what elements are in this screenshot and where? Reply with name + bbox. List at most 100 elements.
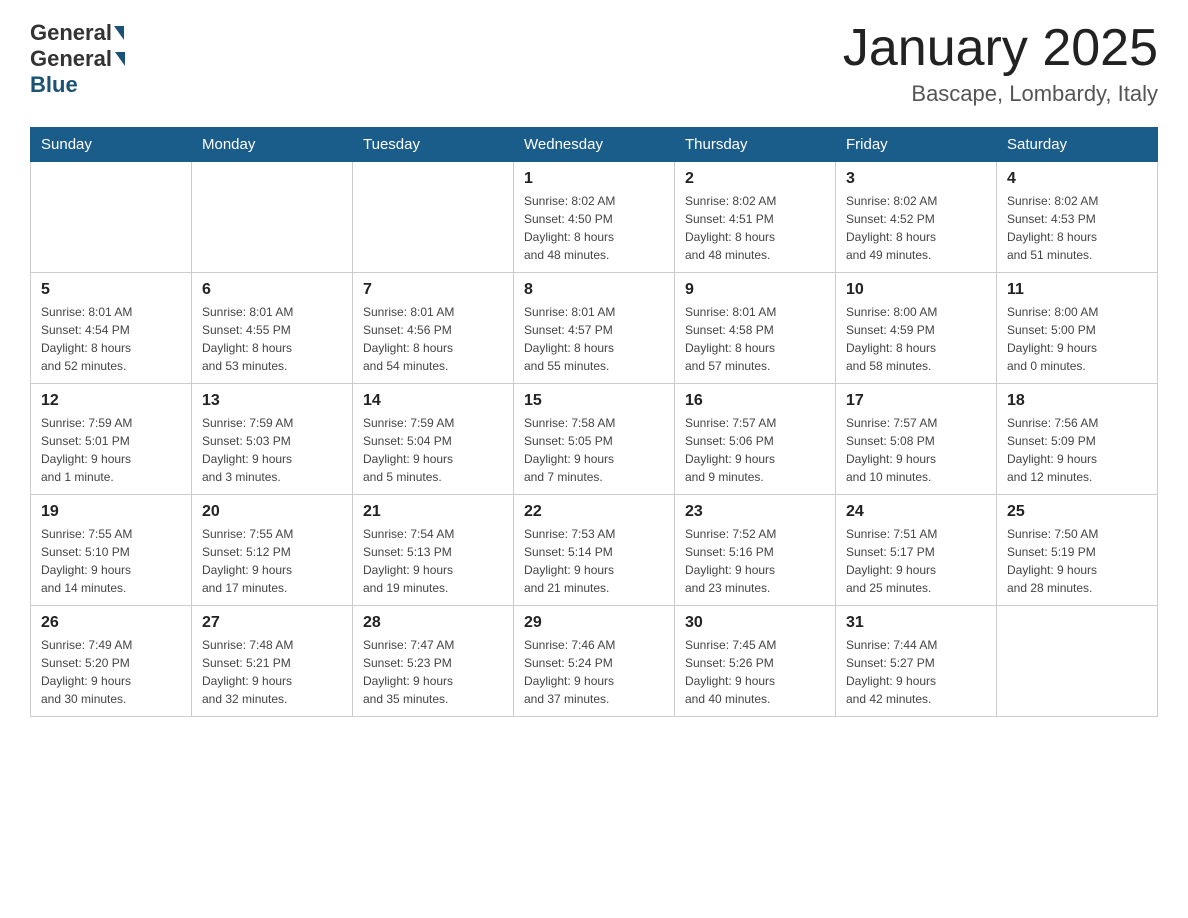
day-number: 9 (685, 281, 825, 299)
day-number: 17 (846, 392, 986, 410)
col-tuesday: Tuesday (353, 128, 514, 162)
table-row: 9Sunrise: 8:01 AMSunset: 4:58 PMDaylight… (675, 273, 836, 384)
day-info: Sunrise: 7:48 AMSunset: 5:21 PMDaylight:… (202, 636, 342, 708)
table-row: 2 Sunrise: 8:02 AMSunset: 4:51 PMDaylight… (675, 162, 836, 273)
month-title: January 2025 (843, 20, 1158, 77)
calendar-week-row: 12 Sunrise: 7:59 AMSunset: 5:01 PMDayligh… (31, 384, 1158, 495)
day-number: 20 (202, 503, 342, 521)
day-info: Sunrise: 7:56 AMSunset: 5:09 PMDaylight:… (1007, 414, 1147, 486)
col-saturday: Saturday (997, 128, 1158, 162)
day-info: Sunrise: 7:47 AMSunset: 5:23 PMDaylight:… (363, 636, 503, 708)
table-row: 11 Sunrise: 8:00 AMSunset: 5:00 PMDayligh… (997, 273, 1158, 384)
table-row: 14Sunrise: 7:59 AMSunset: 5:04 PMDayligh… (353, 384, 514, 495)
day-info: Sunrise: 7:52 AMSunset: 5:16 PMDaylight:… (685, 525, 825, 597)
col-wednesday: Wednesday (514, 128, 675, 162)
table-row: 6Sunrise: 8:01 AMSunset: 4:55 PMDaylight… (192, 273, 353, 384)
day-number: 26 (41, 614, 181, 632)
day-info: Sunrise: 7:45 AMSunset: 5:26 PMDaylight:… (685, 636, 825, 708)
day-number: 8 (524, 281, 664, 299)
day-number: 19 (41, 503, 181, 521)
day-info: Sunrise: 8:02 AMSunset: 4:53 PMDaylight:… (1007, 192, 1147, 264)
table-row: 1 Sunrise: 8:02 AMSunset: 4:50 PMDaylight… (514, 162, 675, 273)
table-row: 16 Sunrise: 7:57 AMSunset: 5:06 PMDayligh… (675, 384, 836, 495)
day-number: 21 (363, 503, 503, 521)
day-number: 24 (846, 503, 986, 521)
day-info: Sunrise: 7:55 AMSunset: 5:12 PMDaylight:… (202, 525, 342, 597)
table-row: 3Sunrise: 8:02 AMSunset: 4:52 PMDaylight… (836, 162, 997, 273)
logo-chevron-icon (115, 52, 125, 66)
table-row: 26 Sunrise: 7:49 AMSunset: 5:20 PMDayligh… (31, 606, 192, 717)
day-info: Sunrise: 7:59 AMSunset: 5:03 PMDaylight:… (202, 414, 342, 486)
day-number: 16 (685, 392, 825, 410)
col-monday: Monday (192, 128, 353, 162)
day-number: 29 (524, 614, 664, 632)
title-area: January 2025 Bascape, Lombardy, Italy (843, 20, 1158, 107)
logo-general-line2: General (30, 46, 112, 72)
day-info: Sunrise: 7:57 AMSunset: 5:06 PMDaylight:… (685, 414, 825, 486)
day-number: 30 (685, 614, 825, 632)
day-number: 4 (1007, 170, 1147, 188)
day-info: Sunrise: 7:53 AMSunset: 5:14 PMDaylight:… (524, 525, 664, 597)
day-info: Sunrise: 8:01 AMSunset: 4:56 PMDaylight:… (363, 303, 503, 375)
day-info: Sunrise: 7:49 AMSunset: 5:20 PMDaylight:… (41, 636, 181, 708)
day-info: Sunrise: 7:50 AMSunset: 5:19 PMDaylight:… (1007, 525, 1147, 597)
day-number: 18 (1007, 392, 1147, 410)
day-number: 12 (41, 392, 181, 410)
table-row: 20 Sunrise: 7:55 AMSunset: 5:12 PMDayligh… (192, 495, 353, 606)
day-info: Sunrise: 7:51 AMSunset: 5:17 PMDaylight:… (846, 525, 986, 597)
calendar-week-row: 1 Sunrise: 8:02 AMSunset: 4:50 PMDaylight… (31, 162, 1158, 273)
table-row: 29Sunrise: 7:46 AMSunset: 5:24 PMDayligh… (514, 606, 675, 717)
table-row: 22 Sunrise: 7:53 AMSunset: 5:14 PMDayligh… (514, 495, 675, 606)
day-info: Sunrise: 8:02 AMSunset: 4:51 PMDaylight:… (685, 192, 825, 264)
day-number: 15 (524, 392, 664, 410)
table-row: 28Sunrise: 7:47 AMSunset: 5:23 PMDayligh… (353, 606, 514, 717)
table-row: 23 Sunrise: 7:52 AMSunset: 5:16 PMDayligh… (675, 495, 836, 606)
table-row: 18 Sunrise: 7:56 AMSunset: 5:09 PMDayligh… (997, 384, 1158, 495)
day-info: Sunrise: 8:00 AMSunset: 5:00 PMDaylight:… (1007, 303, 1147, 375)
page-header: General General Blue January 2025 Bascap… (30, 20, 1158, 107)
location-title: Bascape, Lombardy, Italy (843, 81, 1158, 107)
day-number: 7 (363, 281, 503, 299)
calendar-week-row: 5Sunrise: 8:01 AMSunset: 4:54 PMDaylight… (31, 273, 1158, 384)
day-info: Sunrise: 7:59 AMSunset: 5:01 PMDaylight:… (41, 414, 181, 486)
logo-general-text: General (30, 20, 112, 46)
day-number: 10 (846, 281, 986, 299)
calendar-table: Sunday Monday Tuesday Wednesday Thursday… (30, 127, 1158, 717)
day-info: Sunrise: 8:02 AMSunset: 4:50 PMDaylight:… (524, 192, 664, 264)
day-info: Sunrise: 7:44 AMSunset: 5:27 PMDaylight:… (846, 636, 986, 708)
day-info: Sunrise: 7:58 AMSunset: 5:05 PMDaylight:… (524, 414, 664, 486)
table-row (31, 162, 192, 273)
logo: General General Blue (30, 20, 126, 98)
day-number: 1 (524, 170, 664, 188)
table-row: 25 Sunrise: 7:50 AMSunset: 5:19 PMDayligh… (997, 495, 1158, 606)
logo-blue-text: Blue (30, 72, 78, 97)
day-info: Sunrise: 8:00 AMSunset: 4:59 PMDaylight:… (846, 303, 986, 375)
calendar-header-row: Sunday Monday Tuesday Wednesday Thursday… (31, 128, 1158, 162)
table-row: 12 Sunrise: 7:59 AMSunset: 5:01 PMDayligh… (31, 384, 192, 495)
table-row: 10 Sunrise: 8:00 AMSunset: 4:59 PMDayligh… (836, 273, 997, 384)
table-row: 17Sunrise: 7:57 AMSunset: 5:08 PMDayligh… (836, 384, 997, 495)
logo-arrow-icon (114, 26, 124, 40)
table-row: 4 Sunrise: 8:02 AMSunset: 4:53 PMDaylight… (997, 162, 1158, 273)
calendar-week-row: 26 Sunrise: 7:49 AMSunset: 5:20 PMDayligh… (31, 606, 1158, 717)
table-row: 31 Sunrise: 7:44 AMSunset: 5:27 PMDayligh… (836, 606, 997, 717)
day-number: 25 (1007, 503, 1147, 521)
table-row: 24 Sunrise: 7:51 AMSunset: 5:17 PMDayligh… (836, 495, 997, 606)
day-number: 3 (846, 170, 986, 188)
day-number: 22 (524, 503, 664, 521)
day-number: 11 (1007, 281, 1147, 299)
day-number: 23 (685, 503, 825, 521)
day-number: 13 (202, 392, 342, 410)
table-row: 8 Sunrise: 8:01 AMSunset: 4:57 PMDaylight… (514, 273, 675, 384)
table-row: 15 Sunrise: 7:58 AMSunset: 5:05 PMDayligh… (514, 384, 675, 495)
day-number: 2 (685, 170, 825, 188)
day-number: 14 (363, 392, 503, 410)
table-row (353, 162, 514, 273)
table-row (997, 606, 1158, 717)
day-info: Sunrise: 8:01 AMSunset: 4:54 PMDaylight:… (41, 303, 181, 375)
table-row: 5Sunrise: 8:01 AMSunset: 4:54 PMDaylight… (31, 273, 192, 384)
day-number: 31 (846, 614, 986, 632)
day-info: Sunrise: 7:54 AMSunset: 5:13 PMDaylight:… (363, 525, 503, 597)
day-info: Sunrise: 8:01 AMSunset: 4:57 PMDaylight:… (524, 303, 664, 375)
day-number: 27 (202, 614, 342, 632)
